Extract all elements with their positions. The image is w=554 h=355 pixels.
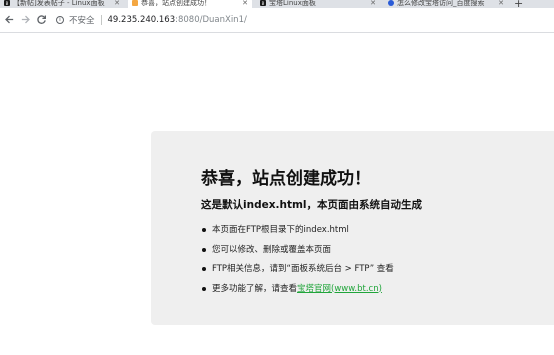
browser-toolbar: i 不安全 49.235.240.163:8080/DuanXin1/ bbox=[0, 8, 554, 33]
bt-favicon-icon: B bbox=[4, 0, 10, 6]
page-subtitle: 这是默认index.html，本页面由系统自动生成 bbox=[201, 199, 423, 211]
tab-site-created[interactable]: 恭喜，站点创建成功！ ✕ bbox=[128, 0, 252, 8]
bullet bbox=[202, 267, 206, 271]
bullet bbox=[202, 247, 206, 252]
page-favicon-icon bbox=[132, 0, 138, 6]
url-host: 49.235.240.163 bbox=[107, 14, 176, 25]
list-item-text: 您可以修改、删除或覆盖本页面 bbox=[212, 244, 332, 255]
close-icon[interactable]: ✕ bbox=[498, 0, 504, 7]
tab-title: 恭喜，站点创建成功！ bbox=[141, 0, 211, 7]
tab-title: 怎么修改宝塔访问_百度搜索 bbox=[397, 0, 485, 7]
back-button[interactable] bbox=[2, 12, 16, 26]
tab-bt-panel[interactable]: B 宝塔Linux面板 ✕ bbox=[256, 0, 380, 8]
list-item-text: FTP相关信息，请到“面板系统后台 > FTP” 查看 bbox=[212, 264, 394, 274]
close-icon[interactable]: ✕ bbox=[114, 0, 120, 7]
address-bar[interactable]: i 不安全 49.235.240.163:8080/DuanXin1/ bbox=[52, 11, 542, 28]
security-label: 不安全 bbox=[69, 15, 95, 26]
baidu-paw-icon bbox=[388, 0, 394, 6]
bullet bbox=[202, 286, 206, 291]
separator bbox=[100, 14, 102, 25]
url-path: :8080/DuanXin1/ bbox=[175, 14, 247, 25]
tab-bt-forum[interactable]: B 【新帖]发表帖子 - Linux面板 ✕ bbox=[0, 0, 124, 8]
page-title: 恭喜，站点创建成功！ bbox=[201, 169, 371, 189]
reload-button[interactable] bbox=[34, 12, 48, 26]
reload-icon bbox=[36, 14, 46, 24]
list-item-text: 本页面在FTP根目录下的index.html bbox=[212, 225, 349, 235]
tab-baidu-search[interactable]: 怎么修改宝塔访问_百度搜索 ✕ bbox=[384, 0, 508, 8]
bullet bbox=[202, 228, 206, 232]
list-item: 更多功能了解，请查看宝塔官网(www.bt.cn) bbox=[201, 283, 394, 303]
close-icon[interactable]: ✕ bbox=[242, 0, 248, 7]
arrow-right-icon bbox=[21, 15, 30, 23]
arrow-left-icon bbox=[4, 15, 13, 23]
info-list: 本页面在FTP根目录下的index.html 您可以修改、删除或覆盖本页面 FT… bbox=[201, 224, 394, 302]
list-item: FTP相关信息，请到“面板系统后台 > FTP” 查看 bbox=[201, 263, 394, 283]
list-item: 您可以修改、删除或覆盖本页面 bbox=[201, 244, 394, 264]
list-item-text: 更多功能了解，请查看 bbox=[212, 283, 298, 294]
tab-title: 【新帖]发表帖子 - Linux面板 bbox=[13, 0, 105, 7]
close-icon[interactable]: ✕ bbox=[370, 0, 376, 7]
content-card: 恭喜，站点创建成功！ 这是默认index.html，本页面由系统自动生成 本页面… bbox=[151, 131, 554, 325]
tab-strip: B 【新帖]发表帖子 - Linux面板 ✕ 恭喜，站点创建成功！ ✕ B 宝塔… bbox=[0, 0, 554, 10]
bt-favicon-icon: B bbox=[260, 0, 266, 6]
bt-website-link[interactable]: 宝塔官网(www.bt.cn) bbox=[297, 284, 382, 294]
forward-button[interactable] bbox=[18, 12, 32, 26]
tab-title: 宝塔Linux面板 bbox=[269, 0, 316, 7]
list-item: 本页面在FTP根目录下的index.html bbox=[201, 224, 394, 244]
info-icon[interactable]: i bbox=[56, 15, 64, 24]
